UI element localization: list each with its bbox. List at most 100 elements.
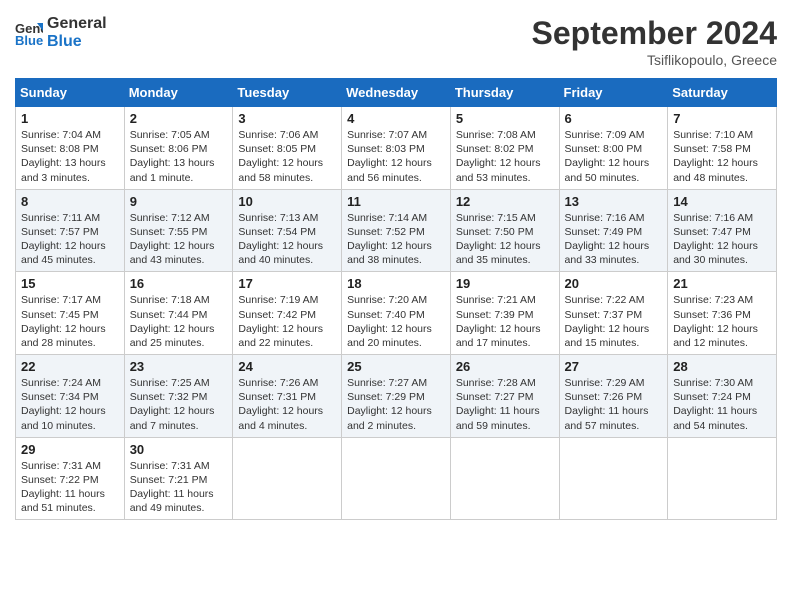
calendar-cell: [668, 437, 777, 520]
day-info: Sunrise: 7:23 AM Sunset: 7:36 PM Dayligh…: [673, 293, 771, 350]
calendar-cell: 24Sunrise: 7:26 AM Sunset: 7:31 PM Dayli…: [233, 355, 342, 438]
calendar-cell: 1 Sunrise: 7:04 AM Sunset: 8:08 PM Daylig…: [16, 107, 125, 190]
day-number: 17: [238, 276, 336, 291]
calendar-cell: 27 Sunrise: 7:29 AM Sunset: 7:26 PM Dayli…: [559, 355, 668, 438]
day-info: Sunrise: 7:15 AM Sunset: 7:50 PM Dayligh…: [456, 211, 554, 268]
day-info: Sunrise: 7:24 AM Sunset: 7:34 PM Dayligh…: [21, 376, 119, 433]
day-info: Sunrise: 7:12 AM Sunset: 7:55 PM Dayligh…: [130, 211, 228, 268]
day-info: Sunrise: 7:14 AM Sunset: 7:52 PM Dayligh…: [347, 211, 445, 268]
calendar-cell: [450, 437, 559, 520]
day-number: 16: [130, 276, 228, 291]
weekday-header-thursday: Thursday: [450, 79, 559, 107]
day-info: Sunrise: 7:20 AM Sunset: 7:40 PM Dayligh…: [347, 293, 445, 350]
day-info: Sunrise: 7:28 AM Sunset: 7:27 PM Dayligh…: [456, 376, 554, 433]
day-number: 11: [347, 194, 445, 209]
calendar-cell: 30 Sunrise: 7:31 AM Sunset: 7:21 PM Dayli…: [124, 437, 233, 520]
calendar-cell: 17 Sunrise: 7:19 AM Sunset: 7:42 PM Dayli…: [233, 272, 342, 355]
day-number: 7: [673, 111, 771, 126]
week-row-3: 15Sunrise: 7:17 AM Sunset: 7:45 PM Dayli…: [16, 272, 777, 355]
day-number: 5: [456, 111, 554, 126]
week-row-2: 8 Sunrise: 7:11 AM Sunset: 7:57 PM Daylig…: [16, 189, 777, 272]
calendar-cell: 16 Sunrise: 7:18 AM Sunset: 7:44 PM Dayli…: [124, 272, 233, 355]
calendar-cell: [233, 437, 342, 520]
day-number: 26: [456, 359, 554, 374]
weekday-header-saturday: Saturday: [668, 79, 777, 107]
day-number: 3: [238, 111, 336, 126]
calendar-cell: 22 Sunrise: 7:24 AM Sunset: 7:34 PM Dayli…: [16, 355, 125, 438]
day-info: Sunrise: 7:11 AM Sunset: 7:57 PM Dayligh…: [21, 211, 119, 268]
calendar-cell: 8 Sunrise: 7:11 AM Sunset: 7:57 PM Daylig…: [16, 189, 125, 272]
week-row-4: 22 Sunrise: 7:24 AM Sunset: 7:34 PM Dayli…: [16, 355, 777, 438]
calendar-cell: 14 Sunrise: 7:16 AM Sunset: 7:47 PM Dayli…: [668, 189, 777, 272]
day-number: 10: [238, 194, 336, 209]
day-info: Sunrise: 7:27 AM Sunset: 7:29 PM Dayligh…: [347, 376, 445, 433]
weekday-header-monday: Monday: [124, 79, 233, 107]
weekday-header-friday: Friday: [559, 79, 668, 107]
day-info: Sunrise: 7:31 AM Sunset: 7:21 PM Dayligh…: [130, 459, 228, 516]
day-info: Sunrise: 7:18 AM Sunset: 7:44 PM Dayligh…: [130, 293, 228, 350]
calendar-cell: 23 Sunrise: 7:25 AM Sunset: 7:32 PM Dayli…: [124, 355, 233, 438]
day-number: 14: [673, 194, 771, 209]
day-number: 19: [456, 276, 554, 291]
day-number: 28: [673, 359, 771, 374]
month-title: September 2024: [532, 15, 777, 52]
day-info: Sunrise: 7:07 AM Sunset: 8:03 PM Dayligh…: [347, 128, 445, 185]
calendar-cell: 2 Sunrise: 7:05 AM Sunset: 8:06 PM Daylig…: [124, 107, 233, 190]
day-info: Sunrise: 7:08 AM Sunset: 8:02 PM Dayligh…: [456, 128, 554, 185]
calendar-cell: 10Sunrise: 7:13 AM Sunset: 7:54 PM Dayli…: [233, 189, 342, 272]
day-info: Sunrise: 7:19 AM Sunset: 7:42 PM Dayligh…: [238, 293, 336, 350]
day-info: Sunrise: 7:10 AM Sunset: 7:58 PM Dayligh…: [673, 128, 771, 185]
calendar-cell: 20 Sunrise: 7:22 AM Sunset: 7:37 PM Dayli…: [559, 272, 668, 355]
calendar-cell: 21 Sunrise: 7:23 AM Sunset: 7:36 PM Dayli…: [668, 272, 777, 355]
day-number: 27: [565, 359, 663, 374]
day-info: Sunrise: 7:16 AM Sunset: 7:47 PM Dayligh…: [673, 211, 771, 268]
day-info: Sunrise: 7:09 AM Sunset: 8:00 PM Dayligh…: [565, 128, 663, 185]
weekday-header-sunday: Sunday: [16, 79, 125, 107]
week-row-5: 29Sunrise: 7:31 AM Sunset: 7:22 PM Dayli…: [16, 437, 777, 520]
day-number: 30: [130, 442, 228, 457]
calendar-cell: 18Sunrise: 7:20 AM Sunset: 7:40 PM Dayli…: [342, 272, 451, 355]
day-number: 9: [130, 194, 228, 209]
day-number: 4: [347, 111, 445, 126]
calendar-cell: 7 Sunrise: 7:10 AM Sunset: 7:58 PM Daylig…: [668, 107, 777, 190]
day-number: 6: [565, 111, 663, 126]
day-info: Sunrise: 7:26 AM Sunset: 7:31 PM Dayligh…: [238, 376, 336, 433]
day-number: 13: [565, 194, 663, 209]
calendar-cell: 3Sunrise: 7:06 AM Sunset: 8:05 PM Daylig…: [233, 107, 342, 190]
day-info: Sunrise: 7:31 AM Sunset: 7:22 PM Dayligh…: [21, 459, 119, 516]
calendar-cell: 29Sunrise: 7:31 AM Sunset: 7:22 PM Dayli…: [16, 437, 125, 520]
day-info: Sunrise: 7:16 AM Sunset: 7:49 PM Dayligh…: [565, 211, 663, 268]
day-number: 23: [130, 359, 228, 374]
weekday-header-wednesday: Wednesday: [342, 79, 451, 107]
day-number: 21: [673, 276, 771, 291]
weekday-header-row: SundayMondayTuesdayWednesdayThursdayFrid…: [16, 79, 777, 107]
calendar-cell: 6 Sunrise: 7:09 AM Sunset: 8:00 PM Daylig…: [559, 107, 668, 190]
day-number: 15: [21, 276, 119, 291]
svg-text:Blue: Blue: [15, 33, 43, 47]
calendar-cell: 15Sunrise: 7:17 AM Sunset: 7:45 PM Dayli…: [16, 272, 125, 355]
day-number: 2: [130, 111, 228, 126]
day-info: Sunrise: 7:04 AM Sunset: 8:08 PM Dayligh…: [21, 128, 119, 185]
day-number: 8: [21, 194, 119, 209]
day-info: Sunrise: 7:25 AM Sunset: 7:32 PM Dayligh…: [130, 376, 228, 433]
calendar-cell: 4 Sunrise: 7:07 AM Sunset: 8:03 PM Daylig…: [342, 107, 451, 190]
day-info: Sunrise: 7:05 AM Sunset: 8:06 PM Dayligh…: [130, 128, 228, 185]
page-header: General Blue General Blue September 2024…: [15, 15, 777, 68]
day-number: 22: [21, 359, 119, 374]
calendar-cell: [342, 437, 451, 520]
calendar-cell: 9 Sunrise: 7:12 AM Sunset: 7:55 PM Daylig…: [124, 189, 233, 272]
day-number: 12: [456, 194, 554, 209]
logo-icon: General Blue: [15, 19, 43, 47]
day-info: Sunrise: 7:29 AM Sunset: 7:26 PM Dayligh…: [565, 376, 663, 433]
day-number: 20: [565, 276, 663, 291]
day-info: Sunrise: 7:22 AM Sunset: 7:37 PM Dayligh…: [565, 293, 663, 350]
weekday-header-tuesday: Tuesday: [233, 79, 342, 107]
calendar-cell: 28Sunrise: 7:30 AM Sunset: 7:24 PM Dayli…: [668, 355, 777, 438]
calendar-cell: 25Sunrise: 7:27 AM Sunset: 7:29 PM Dayli…: [342, 355, 451, 438]
calendar-cell: [559, 437, 668, 520]
location: Tsiflikopoulo, Greece: [532, 52, 777, 68]
calendar-cell: 13 Sunrise: 7:16 AM Sunset: 7:49 PM Dayli…: [559, 189, 668, 272]
calendar-cell: 5 Sunrise: 7:08 AM Sunset: 8:02 PM Daylig…: [450, 107, 559, 190]
day-number: 1: [21, 111, 119, 126]
calendar-table: SundayMondayTuesdayWednesdayThursdayFrid…: [15, 78, 777, 520]
